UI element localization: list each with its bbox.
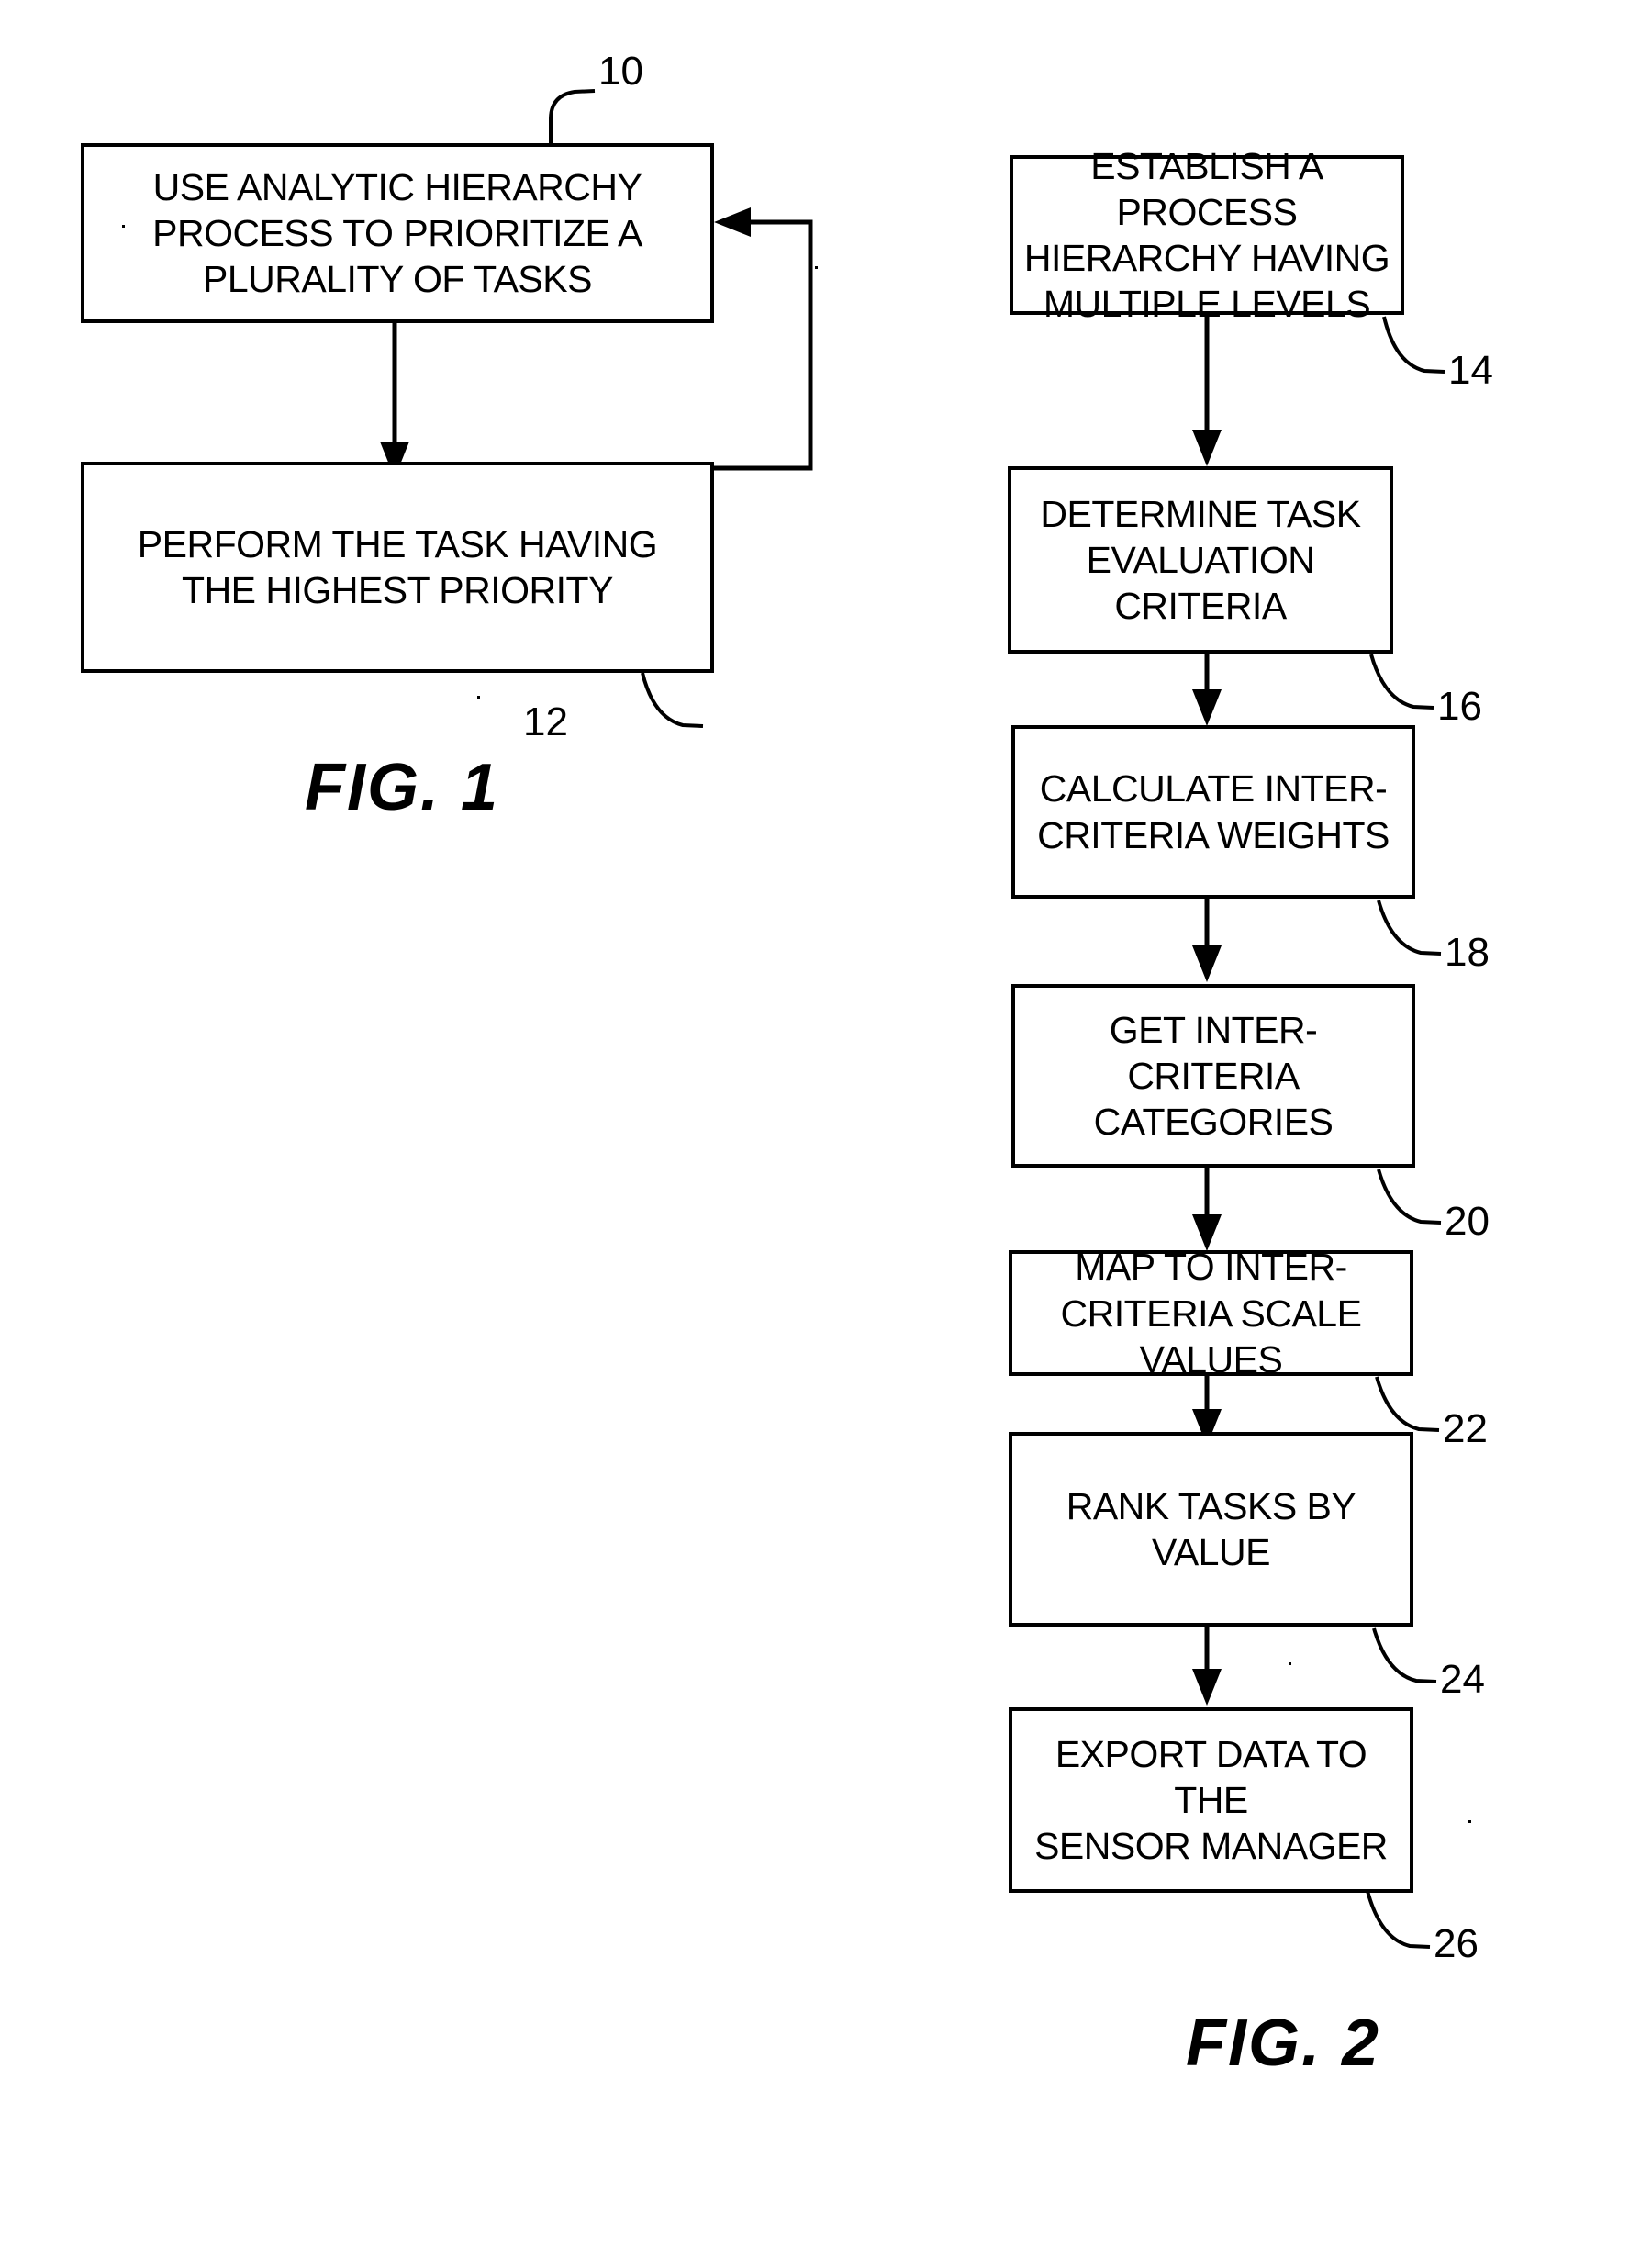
fig2-box-14-label: ESTABLISH A PROCESS HIERARCHY HAVING MUL… [1023,144,1390,326]
scan-speck [815,266,818,269]
leader-line-18 [1377,900,1442,956]
arrowhead-feedback-to-10 [714,207,751,237]
ref-number-22: 22 [1443,1406,1488,1451]
fig2-box-18-label: CALCULATE INTER- CRITERIA WEIGHTS [1037,767,1390,856]
fig2-box-16-label: DETERMINE TASK EVALUATION CRITERIA [1040,492,1361,627]
arrowhead-16-to-18 [1192,689,1222,726]
ref-number-24: 24 [1440,1657,1485,1702]
fig2-box-14[interactable]: ESTABLISH A PROCESS HIERARCHY HAVING MUL… [1010,145,1404,325]
leader-line-12 [641,672,704,728]
fig2-box-16[interactable]: DETERMINE TASK EVALUATION CRITERIA [1008,466,1393,654]
patent-drawing-sheet: USE ANALYTIC HIERARCHY PROCESS TO PRIORI… [0,0,1652,2248]
fig1-box-10[interactable]: USE ANALYTIC HIERARCHY PROCESS TO PRIORI… [81,143,714,323]
leader-line-16 [1369,654,1434,710]
arrowhead-24-to-26 [1192,1669,1222,1706]
fig2-box-18[interactable]: CALCULATE INTER- CRITERIA WEIGHTS [1011,725,1415,899]
ref-number-10: 10 [598,49,643,94]
leader-line-22 [1375,1376,1440,1432]
ref-number-12: 12 [523,699,568,744]
fig1-box-12-label: PERFORM THE TASK HAVING THE HIGHEST PRIO… [137,522,658,611]
arrowhead-18-to-20 [1192,945,1222,982]
arrowhead-14-to-16 [1192,430,1222,466]
scan-speck [1289,1662,1291,1665]
fig2-box-24-label: RANK TASKS BY VALUE [1066,1484,1356,1573]
fig1-box-10-label: USE ANALYTIC HIERARCHY PROCESS TO PRIORI… [152,165,642,300]
leader-line-20 [1377,1169,1442,1225]
ref-number-18: 18 [1445,930,1490,975]
scan-speck [477,696,480,699]
fig1-box-12[interactable]: PERFORM THE TASK HAVING THE HIGHEST PRIO… [81,462,714,673]
leader-line-26 [1366,1890,1431,1949]
fig2-box-22-label: MAP TO INTER- CRITERIA SCALE VALUES [1060,1246,1362,1381]
ref-number-16: 16 [1437,684,1482,729]
scan-speck [1468,1820,1471,1823]
fig2-box-20-label: GET INTER-CRITERIA CATEGORIES [1093,1008,1334,1143]
fig2-box-24[interactable]: RANK TASKS BY VALUE [1009,1432,1413,1627]
scan-speck [122,225,125,228]
fig2-box-20[interactable]: GET INTER-CRITERIA CATEGORIES [1011,984,1415,1168]
ref-number-26: 26 [1434,1921,1479,1966]
fig2-box-22[interactable]: MAP TO INTER- CRITERIA SCALE VALUES [1009,1246,1413,1381]
fig1-caption: FIG. 1 [305,751,500,824]
fig2-caption: FIG. 2 [1186,2007,1381,2080]
feedback-loop-12-to-10 [711,219,813,471]
fig2-box-26-label: EXPORT DATA TO THE SENSOR MANAGER [1034,1732,1388,1867]
ref-number-20: 20 [1445,1199,1490,1244]
ref-number-14: 14 [1448,348,1493,393]
fig2-box-26[interactable]: EXPORT DATA TO THE SENSOR MANAGER [1009,1707,1413,1893]
leader-line-24 [1372,1627,1437,1683]
